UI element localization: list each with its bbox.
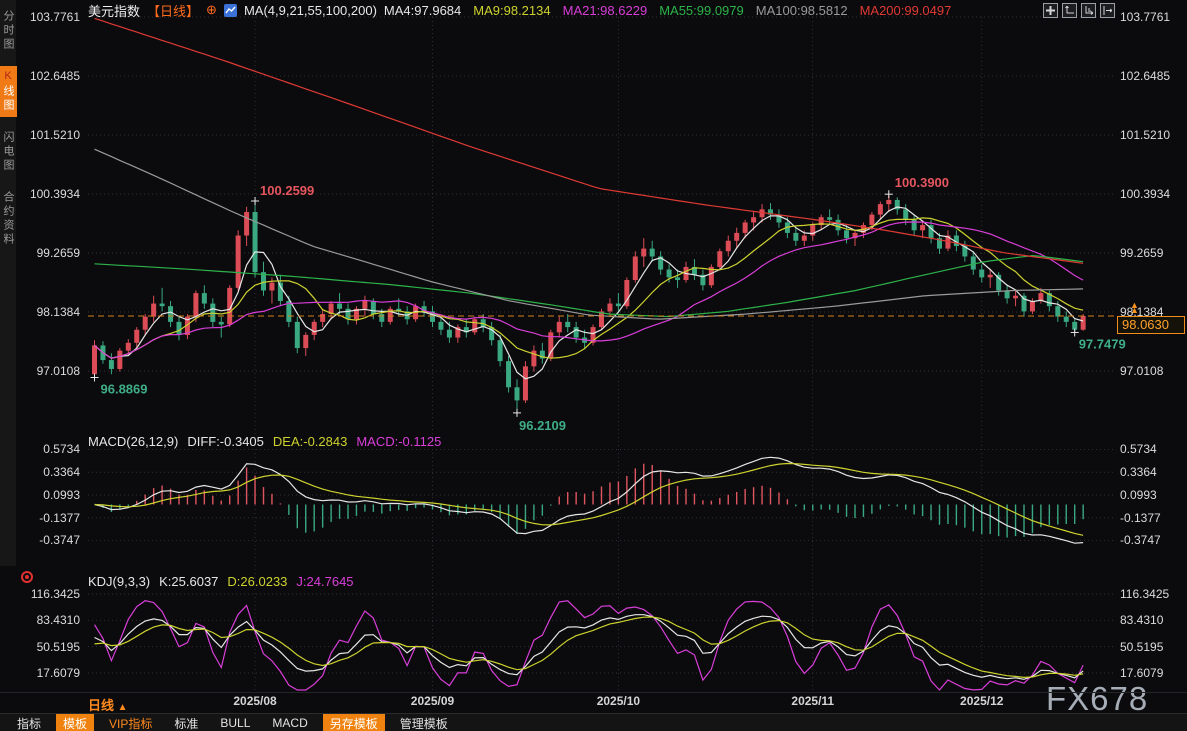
- sidebar-item-合约资料[interactable]: 合约资料: [0, 187, 17, 251]
- svg-text:100.3900: 100.3900: [895, 175, 949, 190]
- kdj-title: KDJ(9,3,3): [88, 574, 151, 589]
- sidebar-item-闪电图[interactable]: 闪电图: [0, 127, 17, 177]
- macd-axis-label: -0.3747: [39, 533, 80, 548]
- macd-axis-label: 0.5734: [43, 442, 80, 457]
- kdj-pane-header: KDJ(9,3,3) K:25.6037 D:26.0233 J:24.7645: [88, 574, 354, 589]
- macd-diff-value: DIFF:-0.3405: [187, 434, 264, 449]
- chart-type-sidebar: 分时图 K线图闪电图合约资料: [0, 0, 17, 566]
- svg-text:100.2599: 100.2599: [260, 183, 314, 198]
- price-axis-label: 102.6485: [29, 69, 80, 83]
- macd-axis-label: 0.5734: [1120, 442, 1157, 457]
- macd-axis-label: -0.1377: [1120, 510, 1161, 525]
- ma-values: MA4:97.9684 MA9:98.2134 MA21:98.6229 MA55:9…: [384, 3, 951, 18]
- right-axis-panel-icon[interactable]: [1081, 3, 1096, 18]
- macd-axis-label: 0.0993: [1120, 487, 1157, 502]
- sidebar-item-分时图[interactable]: 分时图: [0, 6, 17, 56]
- toolbar-tab-MACD[interactable]: MACD: [265, 715, 314, 731]
- date-axis-label: 2025/10: [596, 694, 641, 708]
- crosshair-tool-icon[interactable]: [21, 571, 33, 583]
- kdj-axis-label: 17.6079: [36, 665, 80, 680]
- kdj-axis-label: 50.5195: [36, 639, 80, 654]
- macd-pane-header: MACD(26,12,9) DIFF:-0.3405 DEA:-0.2843 M…: [88, 434, 441, 449]
- kdj-axis-label: 83.4310: [1120, 613, 1164, 628]
- interval-label: 日线: [88, 698, 115, 713]
- svg-text:96.2109: 96.2109: [519, 418, 566, 433]
- price-axis-label: 103.7761: [29, 10, 80, 24]
- left-axis-panel-icon[interactable]: [1062, 3, 1077, 18]
- ma-value: MA21:98.6229: [562, 2, 648, 18]
- price-axis-label: 99.2659: [1120, 246, 1164, 260]
- date-axis-label: 2025/12: [960, 694, 1004, 708]
- kdj-axis-label: 17.6079: [1120, 665, 1164, 680]
- chart-canvas[interactable]: 96.8869 100.2599 96.2109 100.3900 97.7479: [0, 0, 1187, 731]
- macd-macd-value: MACD:-0.1125: [356, 434, 442, 449]
- macd-axis-label: 0.3364: [1120, 465, 1157, 480]
- svg-text:97.7479: 97.7479: [1079, 336, 1126, 351]
- kdj-axis-label: 83.4310: [36, 613, 80, 628]
- date-axis-label: 2025/11: [791, 694, 835, 708]
- kdj-j-value: J:24.7645: [296, 574, 354, 589]
- price-axis-label: 98.1384: [1120, 305, 1164, 319]
- exit-fullscreen-icon[interactable]: [1100, 3, 1115, 18]
- ma-value: MA100:98.5812: [755, 2, 848, 18]
- move-icon[interactable]: [1043, 3, 1058, 18]
- toolbar-tab-标准[interactable]: 标准: [167, 714, 205, 731]
- ma-value: MA9:98.2134: [473, 2, 551, 18]
- macd-title: MACD(26,12,9): [88, 434, 179, 449]
- chart-badge-icon: [223, 3, 237, 17]
- price-axis-label: 97.0108: [1120, 364, 1164, 379]
- kdj-axis-label: 116.3425: [30, 587, 80, 601]
- macd-axis-label: -0.3747: [1120, 533, 1161, 548]
- kdj-d-value: D:26.0233: [227, 574, 288, 589]
- price-axis-label: 97.0108: [36, 364, 80, 379]
- price-axis-label: 98.1384: [36, 305, 80, 319]
- price-axis-label: 100.3934: [29, 187, 80, 201]
- kdj-axis-label: 116.3425: [1120, 587, 1170, 601]
- ma-group-label: MA(4,9,21,55,100,200): [243, 2, 377, 18]
- divider: [0, 692, 1187, 693]
- price-axis-label: 99.2659: [36, 246, 80, 260]
- date-axis-label: 2025/09: [410, 694, 455, 708]
- interval-arrow-icon: ▲: [117, 702, 128, 713]
- toolbar-tab-模板[interactable]: 模板: [56, 713, 95, 731]
- toolbar-tab-BULL[interactable]: BULL: [213, 715, 257, 731]
- macd-axis-label: 0.3364: [43, 465, 80, 480]
- sidebar-item-K线图[interactable]: K线图: [0, 66, 17, 117]
- chart-header: 美元指数 【日线】 ⊕ MA(4,9,21,55,100,200) MA4:97…: [88, 1, 951, 20]
- price-axis-label: 102.6485: [1120, 69, 1171, 83]
- add-indicator-icon[interactable]: ⊕: [206, 2, 217, 18]
- window-controls: [1043, 3, 1115, 18]
- kdj-axis-label: 50.5195: [1120, 639, 1164, 654]
- svg-text:96.8869: 96.8869: [101, 381, 148, 396]
- interval-selector[interactable]: 日线 ▲: [88, 695, 128, 714]
- macd-dea-value: DEA:-0.2843: [272, 434, 348, 449]
- toolbar-tab-指标[interactable]: 指标: [10, 714, 48, 731]
- kdj-k-value: K:25.6037: [159, 574, 219, 589]
- macd-axis-label: -0.1377: [39, 510, 80, 525]
- date-axis-label: 2025/08: [233, 694, 277, 708]
- price-axis-label: 101.5210: [1120, 128, 1171, 142]
- ma-value: MA55:99.0979: [659, 2, 744, 18]
- toolbar-tab-管理模板[interactable]: 管理模板: [393, 714, 455, 731]
- ma-value: MA4:97.9684: [383, 2, 462, 18]
- price-axis-label: 100.3934: [1120, 187, 1171, 201]
- toolbar-tab-另存模板[interactable]: 另存模板: [322, 713, 385, 731]
- price-axis-label: 103.7761: [1120, 10, 1171, 24]
- ma-value: MA200:99.0497: [859, 2, 952, 18]
- price-axis-label: 101.5210: [29, 128, 80, 142]
- bottom-toolbar: 指标 模板 VIP指标 标准 BULL MACD 另存模板 管理模板: [0, 713, 1187, 731]
- macd-axis-label: 0.0993: [43, 487, 80, 502]
- period-label[interactable]: 【日线】: [147, 1, 199, 20]
- toolbar-tab-VIP指标[interactable]: VIP指标: [102, 714, 159, 731]
- charting-app: 96.8869 100.2599 96.2109 100.3900 97.7479 分时…: [0, 0, 1187, 731]
- symbol-title: 美元指数: [88, 3, 141, 19]
